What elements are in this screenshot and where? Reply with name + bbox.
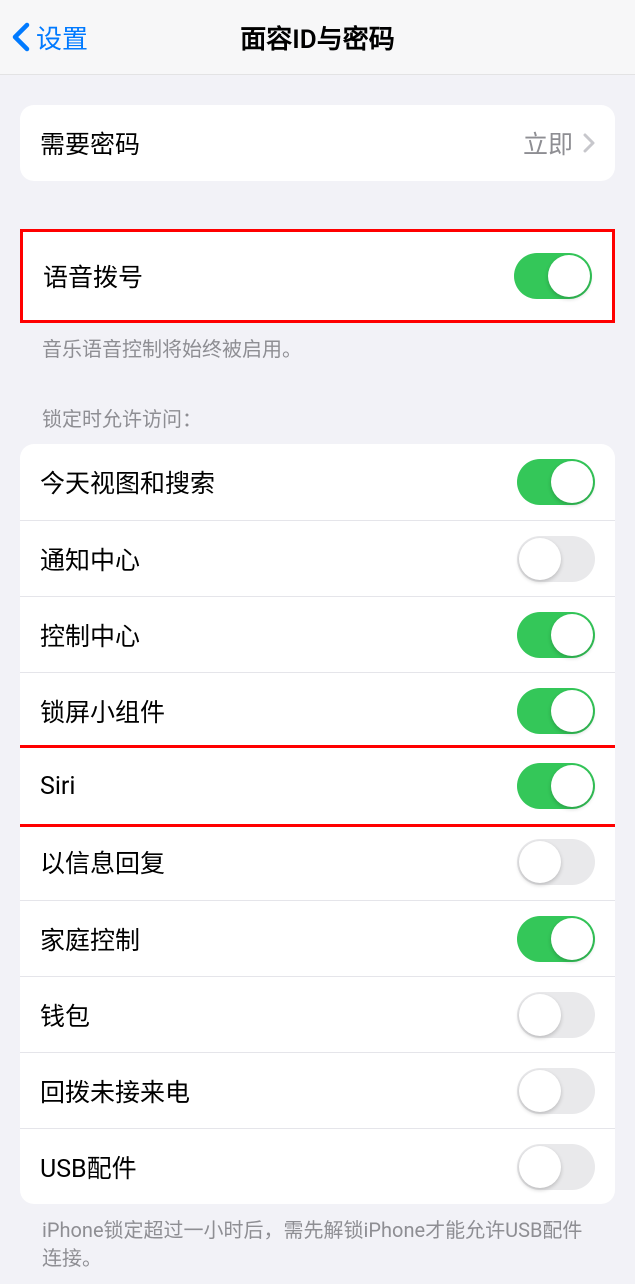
allow-access-toggle[interactable]	[517, 688, 595, 734]
back-label: 设置	[36, 19, 88, 56]
voice-dial-row: 语音拨号	[23, 232, 612, 320]
back-button[interactable]: 设置	[0, 19, 88, 56]
allow-access-toggle[interactable]	[517, 612, 595, 658]
allow-access-row: 钱包	[20, 976, 615, 1052]
allow-access-row: USB配件	[20, 1128, 615, 1204]
require-passcode-label: 需要密码	[40, 125, 140, 161]
allow-access-row: 回拨未接来电	[20, 1052, 615, 1128]
voice-dial-label: 语音拨号	[43, 258, 143, 294]
toggle-knob	[519, 1146, 561, 1188]
require-passcode-group: 需要密码 立即	[20, 105, 615, 181]
highlight-wrapper: Siri	[20, 745, 615, 827]
toggle-knob	[551, 765, 593, 807]
allow-access-label: Siri	[40, 772, 75, 801]
voice-dial-toggle[interactable]	[514, 253, 592, 299]
allow-access-label: 控制中心	[40, 617, 140, 653]
allow-access-row: 以信息回复	[20, 824, 615, 900]
require-passcode-row[interactable]: 需要密码 立即	[20, 105, 615, 181]
allow-access-toggle[interactable]	[517, 536, 595, 582]
chevron-right-icon	[583, 133, 595, 153]
allow-access-toggle[interactable]	[517, 839, 595, 885]
usb-footer: iPhone锁定超过一小时后，需先解锁iPhone才能允许USB配件连接。	[20, 1204, 615, 1284]
toggle-knob	[551, 614, 593, 656]
allow-access-toggle[interactable]	[517, 459, 595, 505]
toggle-knob	[519, 1070, 561, 1112]
allow-access-label: 家庭控制	[40, 921, 140, 957]
allow-access-row: 家庭控制	[20, 900, 615, 976]
row-right: 立即	[523, 125, 595, 161]
allow-access-row: 锁屏小组件	[20, 672, 615, 748]
voice-dial-footer: 音乐语音控制将始终被启用。	[20, 323, 615, 375]
allow-access-toggle[interactable]	[517, 916, 595, 962]
toggle-knob	[551, 690, 593, 732]
allow-access-label: 锁屏小组件	[40, 693, 165, 729]
toggle-knob	[548, 255, 590, 297]
page-title: 面容ID与密码	[240, 19, 394, 56]
allow-access-label: 回拨未接来电	[40, 1073, 190, 1109]
voice-dial-group: 语音拨号	[20, 229, 615, 323]
allow-access-label: 钱包	[40, 997, 90, 1033]
allow-access-header: 锁定时允许访问：	[20, 375, 615, 444]
toggle-knob	[551, 461, 593, 503]
toggle-knob	[519, 841, 561, 883]
header: 设置 面容ID与密码	[0, 0, 635, 75]
require-passcode-value: 立即	[523, 125, 573, 161]
content: 需要密码 立即 语音拨号 音乐语音控制将始终被启用。 锁定时允许访问： 今天视图…	[0, 75, 635, 1284]
toggle-knob	[519, 994, 561, 1036]
allow-access-label: 以信息回复	[40, 844, 165, 880]
allow-access-row: 控制中心	[20, 596, 615, 672]
allow-access-row: Siri	[20, 748, 615, 824]
toggle-knob	[519, 538, 561, 580]
allow-access-toggle[interactable]	[517, 1144, 595, 1190]
allow-access-toggle[interactable]	[517, 763, 595, 809]
allow-access-row: 通知中心	[20, 520, 615, 596]
allow-access-label: USB配件	[40, 1149, 137, 1185]
allow-access-row: 今天视图和搜索	[20, 444, 615, 520]
allow-access-toggle[interactable]	[517, 1068, 595, 1114]
allow-access-label: 通知中心	[40, 541, 140, 577]
allow-access-group: 今天视图和搜索通知中心控制中心锁屏小组件 Siri 以信息回复家庭控制钱包回拨未接来…	[20, 444, 615, 1204]
allow-access-label: 今天视图和搜索	[40, 464, 215, 500]
allow-access-toggle[interactable]	[517, 992, 595, 1038]
chevron-left-icon	[12, 22, 30, 52]
toggle-knob	[551, 918, 593, 960]
